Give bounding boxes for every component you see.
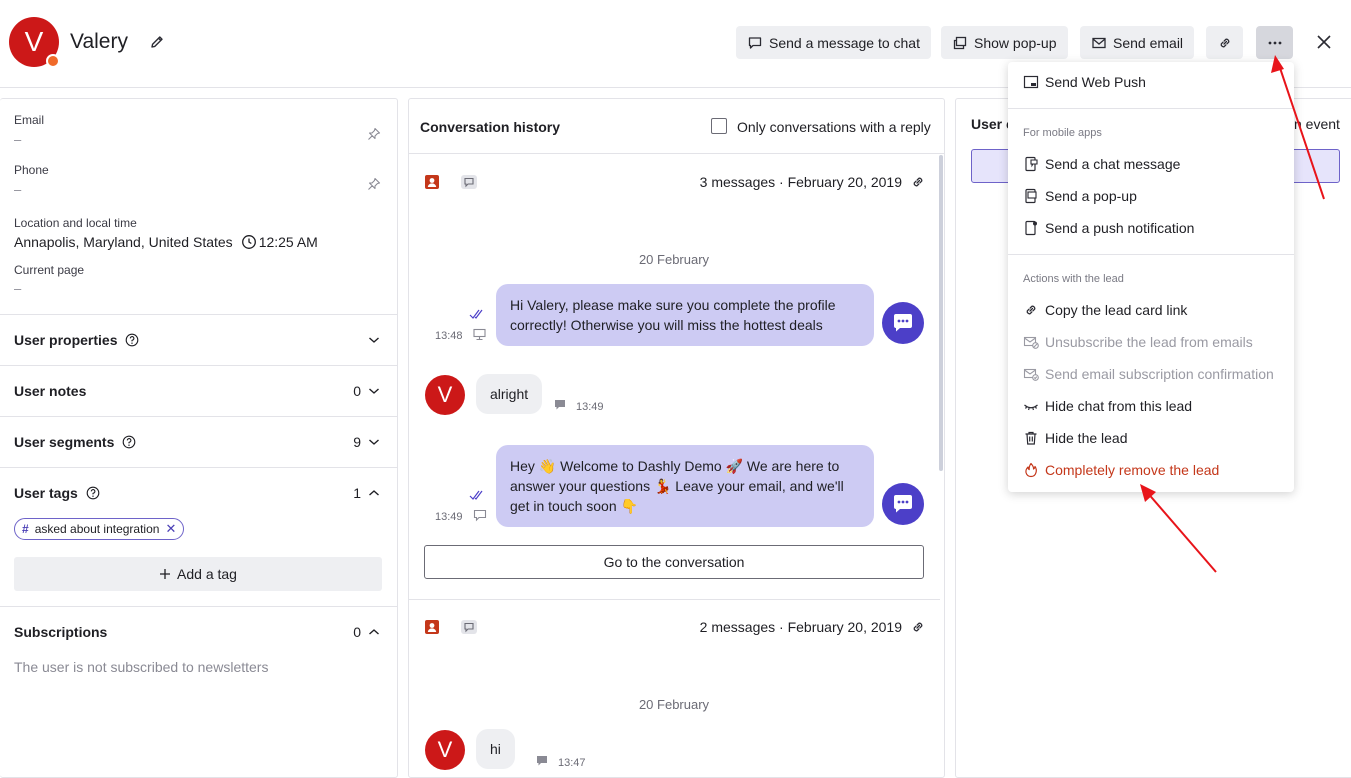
arrow-to-more-button — [1271, 55, 1325, 200]
arrow-to-remove-lead — [1140, 484, 1217, 573]
annotation-arrows — [1140, 55, 1325, 573]
